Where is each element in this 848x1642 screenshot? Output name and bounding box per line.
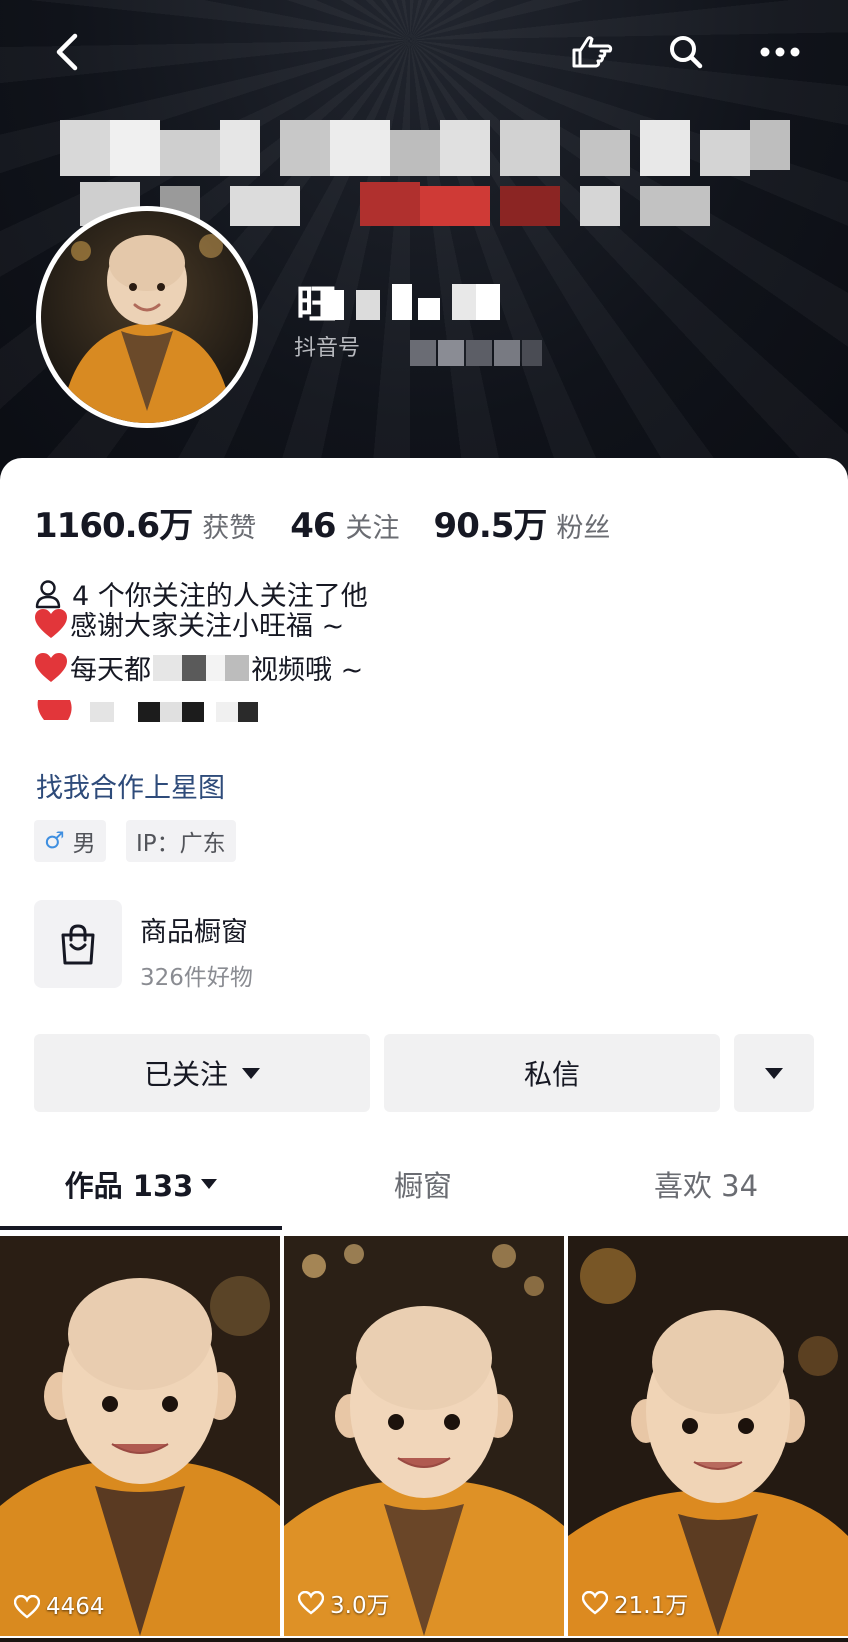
gender-tag: ♂ 男	[34, 820, 106, 862]
message-label: 私信	[523, 1058, 580, 1091]
profile-header: 旺 抖音号	[0, 0, 848, 500]
video-like-count: 4464	[14, 1594, 105, 1620]
censored-bio-segment	[153, 654, 249, 681]
share-button[interactable]	[564, 26, 620, 78]
content-tabs: 作品 133 橱窗 喜欢 34	[0, 1148, 848, 1220]
more-button[interactable]	[752, 26, 808, 78]
ip-location-tag: IP：广东	[126, 820, 236, 862]
video-like-count: 21.1万	[582, 1586, 688, 1620]
tab-works-label: 作品 133	[64, 1169, 194, 1203]
search-button[interactable]	[658, 26, 714, 78]
tab-works[interactable]: 作品 133	[0, 1148, 282, 1220]
following-button[interactable]: 已关注	[34, 1034, 370, 1112]
search-icon	[670, 36, 703, 69]
stat-following[interactable]: 46 关注	[290, 506, 399, 546]
censored-nickname	[322, 284, 512, 330]
video-grid: 4464 3.0万 21.1万	[0, 1236, 848, 1642]
platform-id-label: 抖音号	[294, 336, 361, 361]
like-count-text: 4464	[46, 1594, 105, 1620]
bio-text: 感谢大家关注小旺福 ~	[70, 611, 345, 642]
message-button[interactable]: 私信	[384, 1034, 720, 1112]
following-label: 已关注	[143, 1058, 228, 1091]
tab-likes[interactable]: 喜欢 34	[564, 1148, 848, 1220]
heart-outline-icon	[582, 1591, 608, 1615]
bio-text-end: 视频哦 ~	[251, 655, 364, 686]
heart-emoji-icon	[35, 652, 67, 682]
shop-window-entry[interactable]	[34, 900, 122, 988]
caret-down-icon	[201, 1179, 218, 1189]
child-monk-video-image	[284, 1236, 564, 1636]
stat-value: 1160.6万	[34, 506, 193, 546]
shopping-bag-icon	[61, 924, 95, 965]
heart-emoji-icon	[35, 608, 67, 638]
heart-outline-icon	[298, 1591, 324, 1615]
child-monk-avatar-image	[61, 234, 233, 423]
back-button[interactable]	[36, 26, 100, 78]
stat-label: 关注	[345, 513, 400, 544]
stat-value: 90.5万	[433, 506, 548, 546]
shop-window-count: 326件好物	[140, 965, 253, 991]
next-row-preview	[0, 1638, 848, 1642]
male-icon: ♂	[44, 828, 65, 854]
profile-card: 1160.6万 获赞 46 关注 90.5万 粉丝 4 个你关注的人关注了他 感…	[0, 458, 848, 1642]
censored-platform-id	[410, 340, 570, 368]
stat-followers[interactable]: 90.5万 粉丝	[434, 498, 611, 547]
avatar[interactable]	[36, 206, 258, 428]
bio-line-1: 感谢大家关注小旺福 ~	[34, 604, 344, 643]
video-thumbnail[interactable]: 21.1万	[568, 1236, 848, 1636]
caret-down-icon	[242, 1067, 260, 1079]
stat-value: 46	[290, 506, 336, 546]
child-monk-video-image	[0, 1236, 280, 1636]
caret-down-icon	[765, 1067, 783, 1079]
censored-bio-line-3	[34, 692, 314, 732]
stat-label: 粉丝	[556, 513, 611, 544]
video-thumbnail[interactable]: 3.0万	[284, 1236, 564, 1636]
bio-line-2: 每天都 视频哦 ~	[34, 648, 363, 687]
heart-emoji-icon	[37, 700, 72, 720]
heart-outline-icon	[14, 1595, 40, 1619]
profile-stats: 1160.6万 获赞 46 关注 90.5万 粉丝	[34, 498, 644, 547]
like-count-text: 21.1万	[614, 1593, 689, 1619]
gender-text: 男	[72, 831, 96, 857]
more-dots-icon	[760, 47, 800, 57]
stat-label: 获赞	[202, 513, 257, 544]
chevron-left-icon	[56, 33, 78, 71]
tab-shop-window[interactable]: 橱窗	[282, 1148, 564, 1220]
bio-text-start: 每天都	[70, 655, 151, 686]
video-like-count: 3.0万	[298, 1586, 390, 1620]
star-cooperation-link[interactable]: 找我合作上星图	[36, 766, 225, 805]
child-monk-video-image	[568, 1236, 848, 1636]
stat-likes[interactable]: 1160.6万 获赞	[34, 498, 256, 547]
shop-window-title[interactable]: 商品橱窗	[140, 910, 248, 949]
like-count-text: 3.0万	[330, 1593, 390, 1619]
recommend-dropdown-button[interactable]	[734, 1034, 814, 1112]
video-thumbnail[interactable]: 4464	[0, 1236, 280, 1636]
active-tab-indicator	[0, 1226, 282, 1230]
pointing-hand-icon	[572, 36, 613, 68]
